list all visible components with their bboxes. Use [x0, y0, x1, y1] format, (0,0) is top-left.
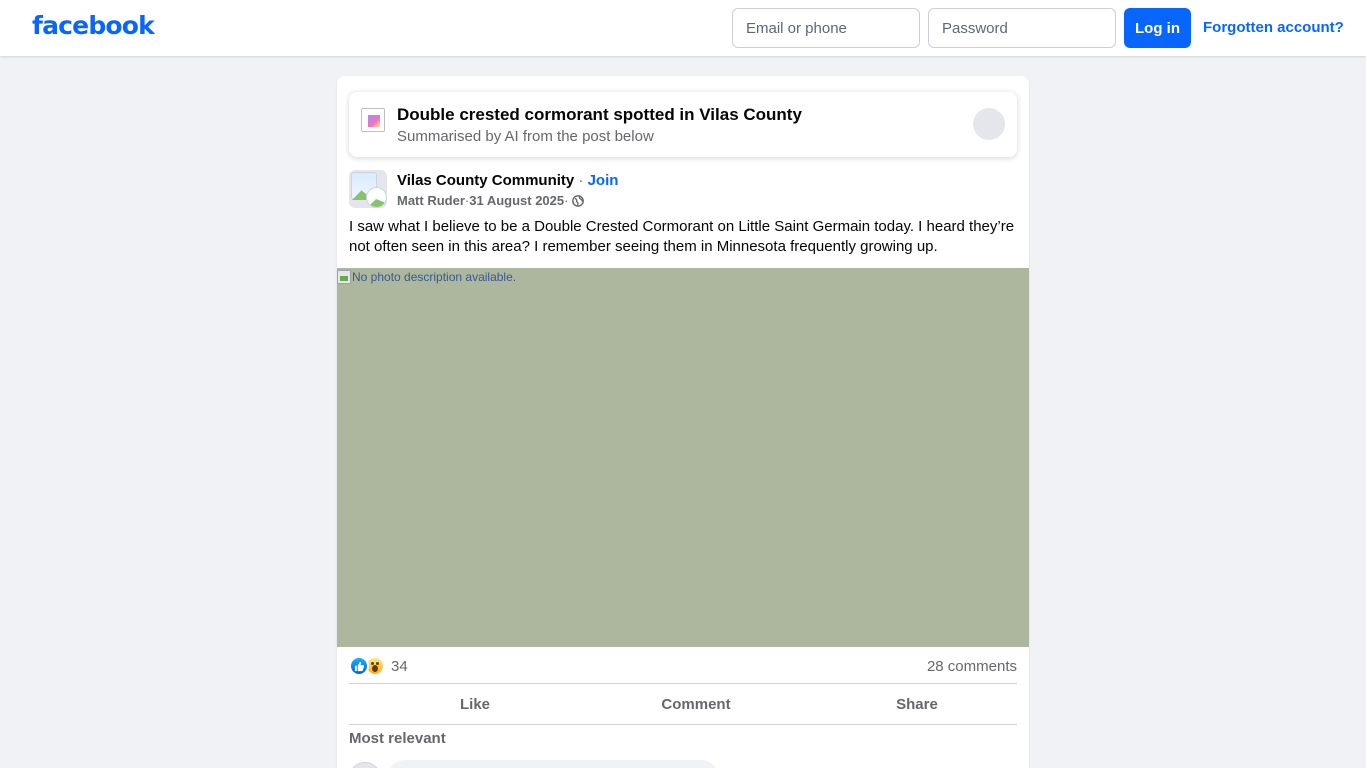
- photo-alt-label: No photo description available.: [352, 270, 517, 284]
- comments-count-link[interactable]: 28 comments: [927, 658, 1017, 675]
- comment-bubble: [387, 760, 719, 768]
- group-avatar[interactable]: [349, 170, 387, 208]
- facebook-logo[interactable]: facebook: [32, 11, 155, 40]
- photo-alt-text: No photo description available.: [337, 270, 516, 284]
- globe-icon: [572, 194, 585, 207]
- author-name-link[interactable]: Matt Ruder: [397, 193, 465, 208]
- separator: ·: [564, 193, 569, 208]
- post-photo[interactable]: No photo description available.: [337, 268, 1029, 647]
- commenter-avatar[interactable]: [349, 762, 381, 768]
- author-avatar[interactable]: [366, 187, 387, 208]
- ai-summary-card[interactable]: Double crested cormorant spotted in Vila…: [349, 92, 1017, 157]
- divider: [349, 724, 1017, 725]
- broken-image-icon: [337, 270, 351, 284]
- password-field[interactable]: [928, 8, 1116, 48]
- post-header: Vilas County Community · Join: [397, 172, 618, 189]
- comment-button[interactable]: Comment: [591, 687, 801, 721]
- login-button[interactable]: Log in: [1124, 8, 1191, 48]
- forgotten-account-link[interactable]: Forgotten account?: [1203, 19, 1344, 36]
- like-reaction-icon: [349, 656, 369, 676]
- reactions-summary[interactable]: 34: [349, 656, 408, 676]
- post-card: Double crested cormorant spotted in Vila…: [337, 76, 1029, 768]
- ai-summary-subtitle: Summarised by AI from the post below: [397, 128, 654, 145]
- share-button[interactable]: Share: [812, 687, 1022, 721]
- comment-sort-dropdown[interactable]: Most relevant: [349, 730, 446, 747]
- ai-summary-icon: [361, 108, 385, 132]
- post-meta: Matt Ruder · 31 August 2025 ·: [397, 193, 585, 208]
- post-date-link[interactable]: 31 August 2025: [469, 193, 564, 208]
- join-group-link[interactable]: Join: [588, 172, 619, 189]
- like-button[interactable]: Like: [370, 687, 580, 721]
- separator: ·: [574, 172, 588, 189]
- top-navigation-bar: facebook Log in Forgotten account?: [0, 0, 1366, 56]
- ai-summary-title: Double crested cormorant spotted in Vila…: [397, 105, 802, 124]
- email-field[interactable]: [732, 8, 920, 48]
- divider: [349, 683, 1017, 684]
- ai-summary-dismiss-button[interactable]: [973, 108, 1005, 140]
- reaction-count: 34: [391, 657, 408, 675]
- post-text: I saw what I believe to be a Double Cres…: [349, 218, 1015, 255]
- group-name-link[interactable]: Vilas County Community: [397, 172, 574, 189]
